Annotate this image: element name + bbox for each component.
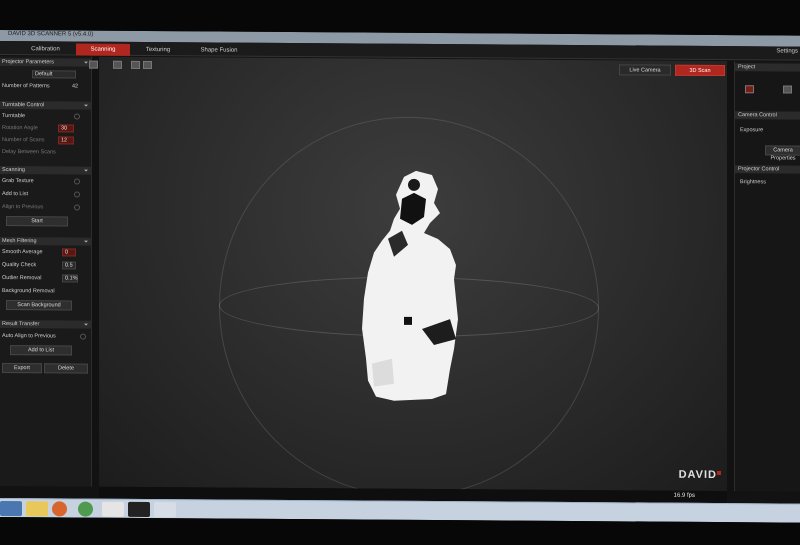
firefox-icon[interactable] — [52, 501, 67, 517]
taskbar-app-icon[interactable] — [154, 502, 176, 518]
grab-texture-label: Grab Texture — [2, 178, 34, 185]
david-logo: DAVID — [678, 468, 717, 482]
fps-readout: 16.9 fps — [673, 492, 695, 499]
grab-texture-checkbox[interactable] — [74, 178, 80, 185]
align-previous-label: Align to Previous — [2, 204, 44, 211]
rotation-angle-input[interactable]: 30 — [58, 124, 74, 133]
num-scans-input[interactable]: 12 — [58, 136, 74, 145]
num-patterns-value: 42 — [72, 83, 79, 90]
turntable-label: Turntable — [2, 113, 26, 120]
smooth-input[interactable]: 0 — [62, 248, 76, 257]
tab-texturing[interactable]: Texturing — [132, 44, 184, 56]
section-transfer[interactable]: Result Transfer — [0, 320, 92, 329]
camera-properties-button[interactable]: Camera Properties — [765, 145, 800, 162]
3d-scan-button[interactable]: 3D Scan — [675, 64, 725, 77]
live-camera-button[interactable]: Live Camera — [619, 64, 671, 76]
right-panel: Project Camera Control Exposure Camera P… — [734, 61, 800, 492]
image-icon[interactable] — [113, 60, 122, 69]
outlier-label: Outlier Removal — [2, 275, 42, 282]
align-previous-checkbox[interactable] — [74, 204, 80, 211]
section-projector-control[interactable]: Projector Control — [735, 165, 800, 174]
window-title: DAVID 3D SCANNER 5 (v5.4.0) — [8, 31, 94, 38]
start-icon[interactable] — [0, 501, 22, 517]
section-projector-params[interactable]: Projector Parameters — [0, 58, 92, 67]
scanned-mesh — [362, 170, 458, 401]
section-filtering[interactable]: Mesh Filtering — [0, 237, 92, 246]
save-icon[interactable] — [143, 60, 152, 70]
project-home-icon[interactable] — [783, 85, 792, 94]
tab-scanning[interactable]: Scanning — [76, 43, 130, 56]
settings-menu[interactable]: Settings — [776, 48, 798, 54]
3d-viewport[interactable]: Live Camera 3D Scan DAVID — [89, 56, 727, 499]
num-scans-label: Number of Scans — [2, 137, 45, 144]
smooth-label: Smooth Average — [2, 249, 43, 256]
tab-calibration[interactable]: Calibration — [18, 43, 73, 55]
add-to-list-label: Add to List — [2, 191, 28, 198]
quality-input[interactable]: 0.5 — [62, 261, 76, 270]
tab-shape-fusion[interactable]: Shape Fusion — [188, 44, 250, 56]
add-to-list-button[interactable]: Add to List — [10, 345, 72, 356]
section-project[interactable]: Project — [735, 63, 800, 72]
background-removal-label: Background Removal — [2, 288, 55, 295]
export-button[interactable]: Export — [2, 363, 42, 374]
quality-label: Quality Check — [2, 262, 37, 269]
brightness-label: Brightness — [740, 179, 766, 186]
david-app-icon[interactable] — [128, 501, 150, 518]
explorer-icon[interactable] — [26, 501, 48, 517]
turntable-checkbox[interactable] — [74, 113, 80, 120]
rotation-angle-label: Rotation Angle — [2, 125, 38, 132]
app-screen: DAVID 3D SCANNER 5 (v5.4.0) Calibration … — [0, 30, 800, 523]
delay-label: Delay Between Scans — [2, 149, 56, 156]
auto-align-checkbox[interactable] — [80, 333, 86, 340]
snapshot-icon[interactable] — [89, 60, 98, 69]
app-icon[interactable] — [102, 501, 124, 517]
section-camera-control[interactable]: Camera Control — [735, 111, 800, 120]
section-scanning[interactable]: Scanning — [0, 166, 92, 175]
left-panel: Projector Parameters Default Number of P… — [0, 56, 92, 487]
delete-button[interactable]: Delete — [44, 363, 88, 374]
preset-select[interactable]: Default — [32, 70, 76, 79]
folder-icon[interactable] — [131, 60, 140, 69]
viewport-toolbar: Live Camera 3D Scan — [89, 57, 727, 79]
auto-align-label: Auto Align to Previous — [2, 333, 56, 340]
outlier-input[interactable]: 0.1% — [62, 274, 78, 283]
project-record-icon[interactable] — [745, 85, 754, 94]
num-patterns-label: Number of Patterns — [2, 83, 50, 90]
exposure-label: Exposure — [740, 127, 764, 134]
section-turntable[interactable]: Turntable Control — [0, 101, 92, 110]
scan-background-button[interactable]: Scan Background — [6, 300, 72, 311]
add-to-list-checkbox[interactable] — [74, 191, 80, 198]
start-button[interactable]: Start — [6, 216, 68, 227]
chrome-icon[interactable] — [78, 501, 93, 517]
